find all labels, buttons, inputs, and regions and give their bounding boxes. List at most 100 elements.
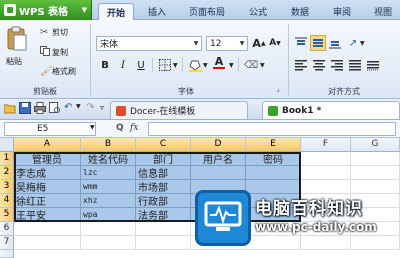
chevron-down-icon[interactable]: ▼: [173, 62, 178, 69]
italic-button[interactable]: I: [116, 58, 130, 72]
row-header[interactable]: 3: [0, 180, 14, 194]
table-cell[interactable]: 法务部: [136, 208, 191, 222]
print-preview-icon[interactable]: [49, 102, 61, 114]
redo-icon[interactable]: ↷: [86, 102, 94, 113]
text-orientation-button[interactable]: ↗: [346, 36, 360, 50]
table-cell[interactable]: lzc: [81, 166, 136, 180]
table-cell[interactable]: [246, 166, 301, 180]
chevron-down-icon[interactable]: ▼: [90, 124, 95, 131]
justify-button[interactable]: [348, 58, 362, 72]
cut-button[interactable]: ✂ 剪切: [40, 27, 68, 38]
align-left-button[interactable]: [294, 58, 308, 72]
align-center-button[interactable]: [312, 58, 326, 72]
row-header[interactable]: 1: [0, 152, 14, 166]
save-icon[interactable]: [19, 102, 31, 114]
row-header[interactable]: 7: [0, 236, 14, 250]
borders-button[interactable]: [158, 58, 172, 72]
align-bottom-button[interactable]: [328, 36, 342, 50]
tab-docer-templates[interactable]: Docer-在线模板: [110, 101, 248, 119]
customize-toolbar-icon[interactable]: ▿: [100, 103, 104, 112]
chevron-down-icon[interactable]: ▼: [260, 62, 265, 69]
print-icon[interactable]: [34, 102, 46, 114]
select-all-corner[interactable]: [0, 138, 14, 152]
divider: [238, 58, 239, 72]
tab-formulas[interactable]: 公式: [240, 3, 276, 20]
table-cell[interactable]: [351, 166, 400, 180]
table-cell[interactable]: [191, 166, 246, 180]
chevron-down-icon[interactable]: ▼: [76, 103, 81, 110]
table-cell[interactable]: 徐红正: [14, 194, 81, 208]
fill-color-button[interactable]: [188, 58, 202, 72]
header-cell[interactable]: 管理员: [14, 152, 81, 166]
tab-page-layout[interactable]: 页面布局: [180, 3, 234, 20]
shrink-font-button[interactable]: A ▼: [268, 36, 282, 50]
table-cell[interactable]: [301, 166, 351, 180]
tab-book1[interactable]: Book1 *: [262, 101, 400, 119]
table-cell[interactable]: wpa: [81, 208, 136, 222]
column-header[interactable]: C: [136, 138, 191, 152]
table-cell[interactable]: wmm: [81, 180, 136, 194]
tab-view[interactable]: 视图: [366, 3, 400, 20]
table-cell[interactable]: [136, 222, 191, 236]
font-color-button[interactable]: A: [212, 56, 226, 70]
table-cell[interactable]: 李志成: [14, 166, 81, 180]
align-middle-button[interactable]: [310, 35, 326, 51]
header-cell[interactable]: 姓名代码: [81, 152, 136, 166]
grow-font-button[interactable]: A ▲: [252, 36, 266, 50]
zoom-formula-icon[interactable]: Q: [116, 123, 124, 133]
copy-button[interactable]: 复制: [40, 46, 68, 58]
column-header[interactable]: D: [191, 138, 246, 152]
align-top-button[interactable]: [294, 36, 308, 50]
underline-button[interactable]: U: [134, 58, 148, 72]
chevron-down-icon[interactable]: ▼: [203, 62, 208, 69]
distributed-button[interactable]: [366, 58, 380, 72]
formula-input[interactable]: [148, 122, 396, 136]
table-cell[interactable]: [14, 222, 81, 236]
chevron-down-icon[interactable]: ▼: [360, 40, 365, 47]
name-box[interactable]: E5: [4, 122, 96, 136]
app-menu-button[interactable]: WPS 表格 ▼: [0, 0, 92, 20]
font-name-dropdown[interactable]: 宋体 ▼: [96, 36, 202, 51]
chevron-down-icon[interactable]: ▼: [229, 62, 234, 69]
format-painter-button[interactable]: 🖌 格式刷: [40, 66, 76, 77]
tab-review[interactable]: 审阅: [324, 3, 360, 20]
table-cell[interactable]: [136, 236, 191, 250]
paste-button[interactable]: 粘贴: [6, 26, 32, 70]
grow-font-label: A: [252, 36, 261, 50]
table-cell[interactable]: [14, 236, 81, 250]
table-cell[interactable]: xhz: [81, 194, 136, 208]
header-cell[interactable]: 部门: [136, 152, 191, 166]
align-right-button[interactable]: [330, 58, 344, 72]
table-cell[interactable]: 市场部: [136, 180, 191, 194]
column-header[interactable]: B: [81, 138, 136, 152]
table-cell[interactable]: 王平安: [14, 208, 81, 222]
header-cell[interactable]: 密码: [246, 152, 301, 166]
font-size-dropdown[interactable]: 12 ▼: [206, 36, 248, 51]
row-header[interactable]: 4: [0, 194, 14, 208]
row-header[interactable]: [0, 250, 14, 258]
table-cell[interactable]: [81, 222, 136, 236]
insert-function-button[interactable]: fx: [130, 123, 138, 133]
header-cell[interactable]: [351, 152, 400, 166]
undo-icon[interactable]: ↶: [64, 102, 72, 113]
tab-insert[interactable]: 插入: [140, 3, 174, 20]
open-folder-icon[interactable]: [3, 102, 16, 114]
row-header[interactable]: 2: [0, 166, 14, 180]
row-header[interactable]: 5: [0, 208, 14, 222]
column-header[interactable]: A: [14, 138, 81, 152]
column-header[interactable]: F: [301, 138, 351, 152]
table-cell[interactable]: [81, 236, 136, 250]
tab-home[interactable]: 开始: [98, 3, 134, 20]
font-dialog-launcher-icon[interactable]: ⌟: [276, 84, 280, 93]
bold-button[interactable]: B: [98, 58, 112, 72]
clear-format-button[interactable]: ⌫: [244, 58, 258, 72]
table-cell[interactable]: 信息部: [136, 166, 191, 180]
tab-data[interactable]: 数据: [282, 3, 318, 20]
header-cell[interactable]: [301, 152, 351, 166]
table-cell[interactable]: 吴梅梅: [14, 180, 81, 194]
row-header[interactable]: 6: [0, 222, 14, 236]
table-cell[interactable]: 行政部: [136, 194, 191, 208]
header-cell[interactable]: 用户名: [191, 152, 246, 166]
column-header[interactable]: E: [246, 138, 301, 152]
column-header[interactable]: G: [351, 138, 400, 152]
